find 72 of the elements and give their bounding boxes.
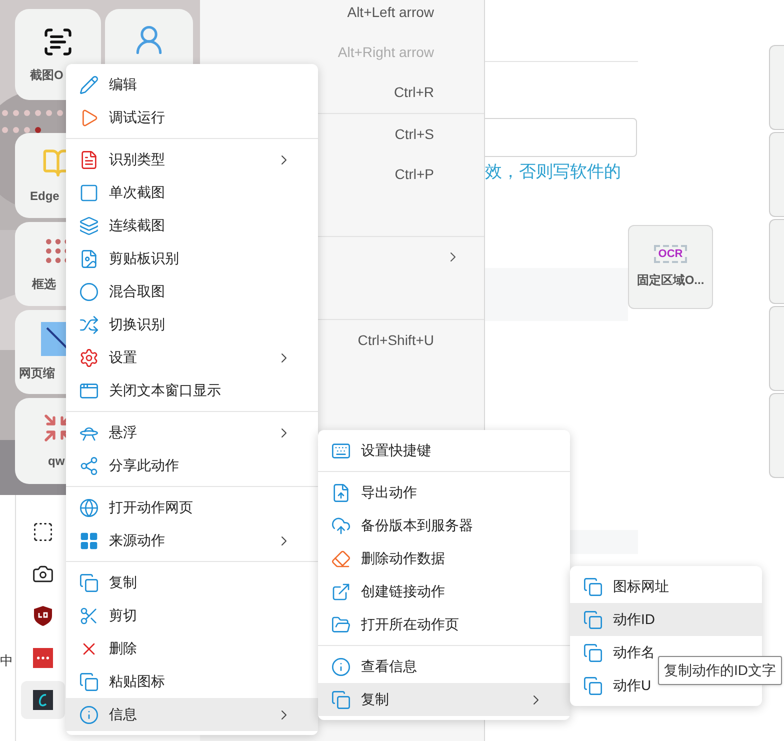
hint-text: 效，否则写软件的 <box>485 161 622 183</box>
action-tile[interactable] <box>769 306 784 391</box>
copy-icon <box>79 672 99 692</box>
action-tile[interactable] <box>769 219 784 304</box>
menu-item[interactable]: 打开动作网页 <box>66 491 318 524</box>
extension-button[interactable] <box>21 681 65 719</box>
square-icon <box>79 182 99 202</box>
window-icon <box>79 380 99 400</box>
select-copy-icon <box>32 521 54 543</box>
circle-icon <box>79 282 99 302</box>
share-icon <box>79 456 99 476</box>
menu-item[interactable]: 剪切 <box>66 599 318 632</box>
browser-menu-item[interactable]: Alt+Left arrow <box>200 0 484 32</box>
menu-item[interactable]: 查看信息 <box>318 650 570 683</box>
menu-item[interactable]: 创建链接动作 <box>318 575 570 608</box>
camera-icon <box>32 563 54 585</box>
tile-label: 固定区域O... <box>636 272 704 289</box>
tooltip: 复制动作的ID文字 <box>658 656 782 685</box>
menu-item[interactable]: 来源动作 <box>66 524 318 557</box>
copy-icon <box>331 690 351 710</box>
menu-item[interactable]: 删除 <box>66 632 318 665</box>
action-tile[interactable] <box>769 132 784 217</box>
menu-item[interactable]: 调试运行 <box>66 101 318 134</box>
text-scan-icon <box>42 26 74 58</box>
grid-icon <box>79 530 99 550</box>
menu-item[interactable]: 备份版本到服务器 <box>318 509 570 542</box>
folder-icon <box>331 614 351 634</box>
layers-icon <box>79 216 99 236</box>
dots-icon <box>33 648 53 668</box>
page-text: 中 <box>0 653 14 669</box>
keyboard-icon <box>331 440 351 460</box>
ocr-icon: OCR <box>654 245 687 263</box>
action-tile[interactable]: OCR 固定区域O... <box>628 225 713 309</box>
image-file-icon <box>79 248 99 268</box>
menu-item[interactable]: 删除动作数据 <box>318 542 570 575</box>
shortcut-text: Alt+Left arrow <box>347 2 434 22</box>
document-icon <box>79 150 99 170</box>
external-link-icon <box>331 582 351 602</box>
shield-icon <box>33 605 53 627</box>
cloud-upload-icon <box>331 516 351 536</box>
copy-icon <box>79 572 99 592</box>
file-arrow-icon <box>331 482 351 502</box>
menu-item[interactable]: 复制 <box>318 683 570 716</box>
scissors-icon <box>79 606 99 626</box>
copy-icon <box>583 576 603 596</box>
shuffle-icon <box>79 314 99 334</box>
input-field[interactable] <box>485 118 637 157</box>
info-icon <box>331 656 351 676</box>
menu-item[interactable]: 导出动作 <box>318 476 570 509</box>
action-tile[interactable] <box>769 393 784 478</box>
shortcut-text: Alt+Right arrow <box>338 42 434 62</box>
shortcut-text: Ctrl+R <box>394 82 434 102</box>
action-tile[interactable] <box>769 45 784 130</box>
menu-item[interactable]: 打开所在动作页 <box>318 608 570 641</box>
shortcut-text: Ctrl+S <box>394 124 434 144</box>
shortcut-text: Ctrl+Shift+U <box>358 330 434 350</box>
menu-item[interactable]: 复制 <box>66 566 318 599</box>
menu-item[interactable]: 图标网址 <box>570 570 762 603</box>
copy-icon <box>583 610 603 630</box>
menu-item[interactable]: 信息 <box>66 698 318 731</box>
menu-item[interactable]: 粘贴图标 <box>66 665 318 698</box>
globe-icon <box>79 498 99 518</box>
pencil-icon <box>79 74 99 94</box>
c-logo-icon <box>33 690 53 710</box>
menu-item[interactable]: 动作ID <box>570 603 762 636</box>
eraser-icon <box>331 548 351 568</box>
settings-icon <box>79 348 99 368</box>
info-icon <box>79 704 99 724</box>
copy-icon <box>583 676 603 696</box>
menu-item[interactable]: 设置快捷键 <box>318 434 570 467</box>
copy-icon <box>583 642 603 662</box>
shortcut-text: Ctrl+P <box>394 164 434 184</box>
